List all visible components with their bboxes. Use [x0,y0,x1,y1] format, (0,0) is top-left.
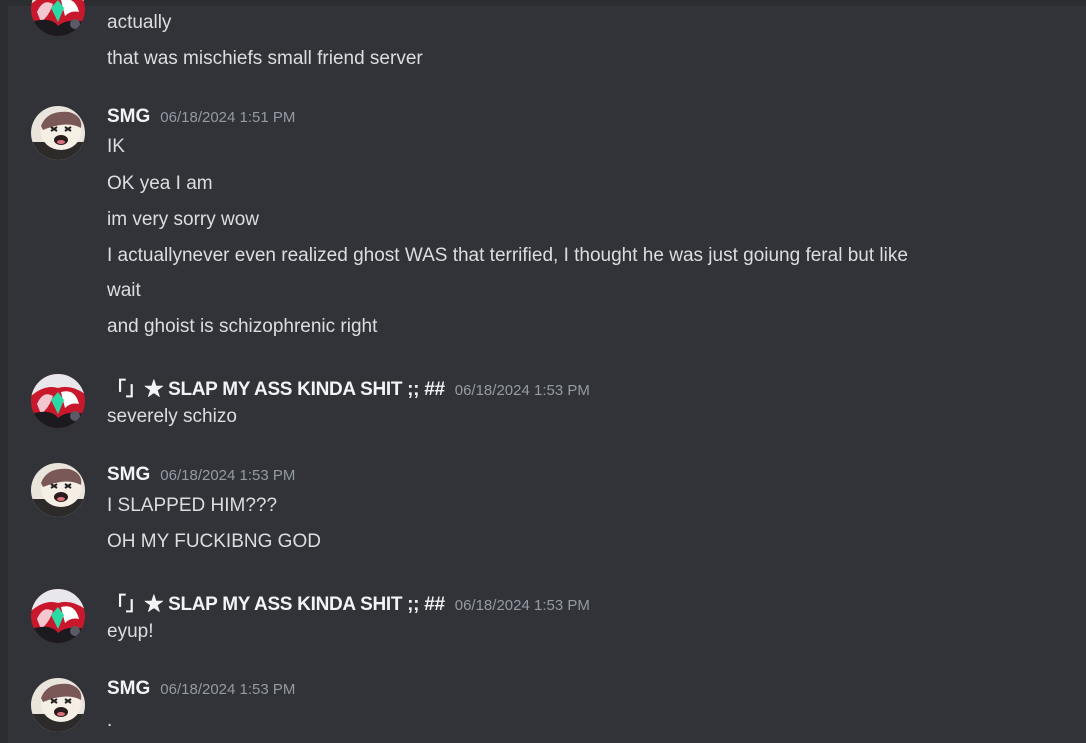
username[interactable]: 「」★ SLAP MY ASS KINDA SHIT ;; ## [107,374,445,401]
timestamp[interactable]: 06/18/2024 1:53 PM [455,597,590,614]
message-text: OH MY FUCKIBNG GOD [107,531,321,552]
message-text: and ghoist is schizophrenic right [107,316,378,337]
message-header: SMG 06/18/2024 1:53 PM [107,678,295,702]
cartoon-face-avatar-icon[interactable] [31,463,85,517]
message-text: severely schizo [107,406,237,427]
message-text: im very sorry wow [107,209,260,230]
anime-avatar-icon[interactable] [31,0,85,36]
timestamp[interactable]: 06/18/2024 1:51 PM [160,109,295,126]
anime-avatar-icon[interactable] [31,589,85,643]
left-edge-divider [0,0,8,743]
timestamp[interactable]: 06/18/2024 1:53 PM [160,467,295,484]
message-text: . [107,710,113,731]
username[interactable]: 「」★ SLAP MY ASS KINDA SHIT ;; ## [107,589,445,616]
message-header: SMG 06/18/2024 1:53 PM [107,464,295,488]
chat-message-list[interactable]: actually that was mischiefs small friend… [0,0,1086,743]
message-text: that was mischiefs small friend server [107,48,423,69]
message-header: 「」★ SLAP MY ASS KINDA SHIT ;; ## 06/18/2… [107,374,590,401]
message-text: wait [107,280,141,301]
message-header: 「」★ SLAP MY ASS KINDA SHIT ;; ## 06/18/2… [107,589,590,616]
message-text: eyup! [107,621,154,642]
timestamp[interactable]: 06/18/2024 1:53 PM [455,382,590,399]
timestamp[interactable]: 06/18/2024 1:53 PM [160,681,295,698]
cartoon-face-avatar-icon[interactable] [31,106,85,160]
message-header: SMG 06/18/2024 1:51 PM [107,106,295,130]
message-text: IK [107,136,125,157]
message-text: actually [107,12,172,33]
anime-avatar-icon[interactable] [31,374,85,428]
cartoon-face-avatar-icon[interactable] [31,678,85,732]
top-divider [0,0,1086,6]
username[interactable]: SMG [107,678,150,700]
username[interactable]: SMG [107,106,150,128]
message-text: OK yea I am [107,173,213,194]
username[interactable]: SMG [107,464,150,486]
message-text: I SLAPPED HIM??? [107,495,278,516]
message-text: I actuallynever even realized ghost WAS … [107,245,908,266]
